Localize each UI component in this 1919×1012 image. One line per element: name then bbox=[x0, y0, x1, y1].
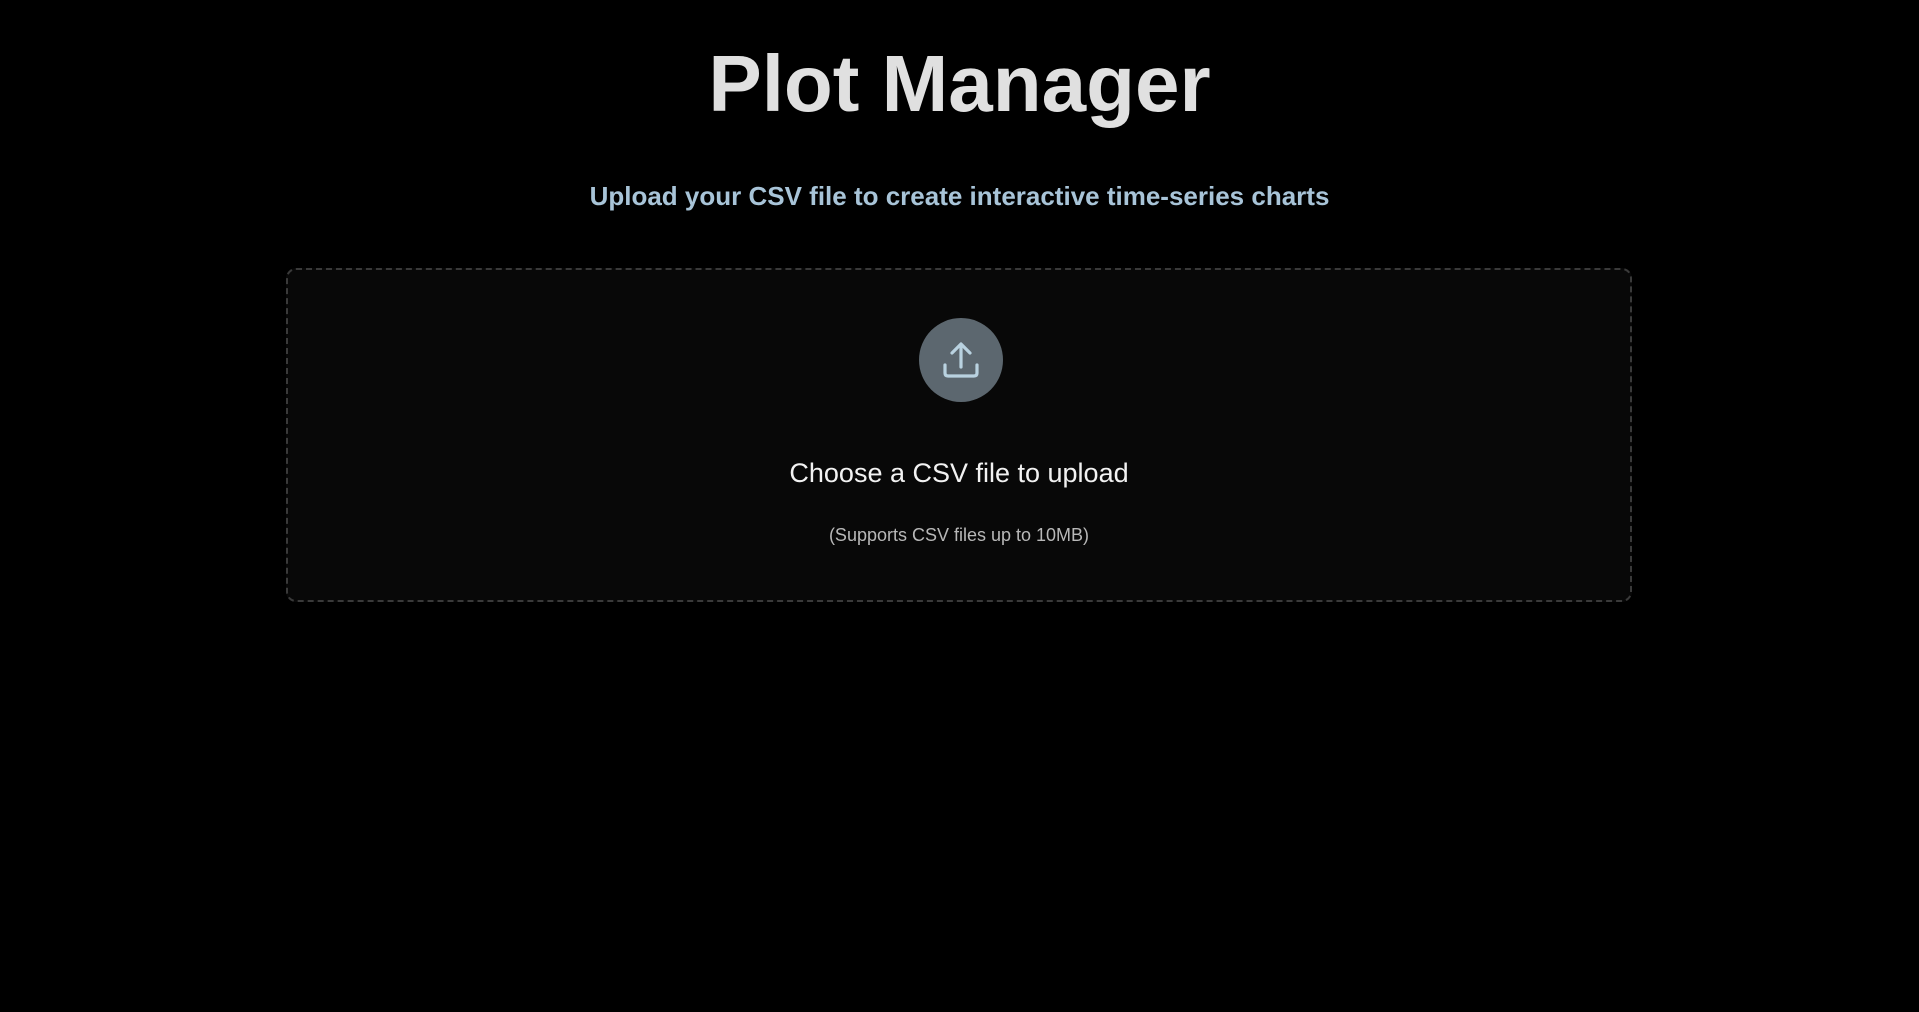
app-page: Plot Manager Upload your CSV file to cre… bbox=[0, 0, 1919, 1012]
page-subtitle: Upload your CSV file to create interacti… bbox=[589, 181, 1330, 211]
csv-upload-dropzone[interactable]: Choose a CSV file to upload (Supports CS… bbox=[286, 268, 1632, 602]
page-title: Plot Manager bbox=[708, 39, 1211, 128]
